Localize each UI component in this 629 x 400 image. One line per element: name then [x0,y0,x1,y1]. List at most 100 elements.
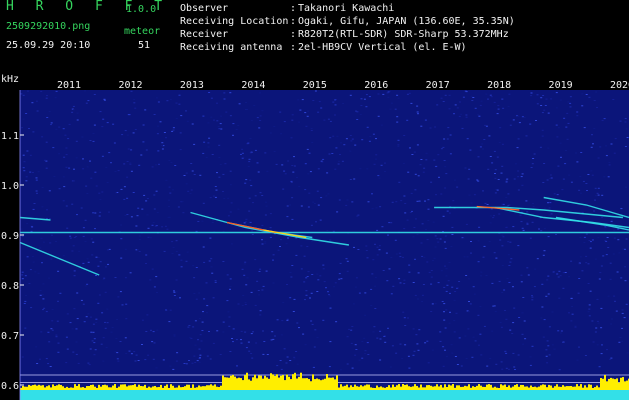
noise-dot [542,254,545,256]
noise-dot [542,336,545,338]
histogram-bar [126,386,128,390]
noise-dot [613,229,616,231]
histogram-bar [406,384,408,390]
noise-dot [169,192,172,194]
noise-dot [440,193,443,195]
noise-dot [351,326,354,327]
noise-dot [99,111,102,113]
noise-dot [453,331,456,333]
noise-dot [106,308,109,310]
noise-dot [259,268,262,270]
histogram-bar [350,385,352,390]
noise-dot [222,173,225,175]
noise-dot [22,94,25,96]
noise-dot [372,259,375,261]
noise-dot [66,313,69,315]
noise-dot [207,142,210,144]
noise-dot [65,147,68,149]
noise-dot [293,156,295,158]
noise-dot [290,137,293,139]
noise-dot [37,171,40,173]
noise-dot [226,274,229,276]
noise-dot [530,95,533,97]
noise-dot [40,331,43,333]
noise-dot [137,249,140,251]
noise-dot [610,357,613,359]
noise-dot [550,213,553,215]
noise-dot [596,320,599,322]
histogram-bar [74,384,76,390]
noise-dot [533,153,536,155]
date-time: 25.09.29 20:10 [6,40,91,51]
noise-dot [307,271,310,273]
noise-dot [282,302,285,304]
noise-dot [50,122,53,124]
noise-dot [350,329,353,331]
noise-dot [55,128,58,130]
histogram-bar [216,386,218,390]
noise-dot [187,326,190,328]
noise-dot [245,284,248,286]
noise-dot [609,262,612,264]
noise-dot [589,247,592,249]
noise-dot [582,180,585,182]
noise-dot [489,358,492,359]
noise-dot [198,361,201,363]
noise-dot [128,350,131,352]
noise-dot [124,277,127,279]
noise-dot [120,257,123,259]
histogram-bar [170,384,172,390]
noise-dot [259,310,262,312]
noise-dot [421,294,424,296]
noise-dot [493,150,496,152]
noise-dot [579,256,582,258]
noise-dot [308,152,311,154]
noise-dot [485,93,488,95]
noise-dot [86,283,89,285]
noise-dot [198,348,201,350]
histogram-bar [542,384,544,390]
noise-dot [63,186,66,188]
noise-dot [170,162,173,164]
noise-dot [92,331,95,333]
noise-dot [171,130,174,132]
noise-dot [21,127,24,129]
histogram-bar [414,384,416,390]
noise-dot [437,154,440,156]
noise-dot [375,154,378,156]
noise-dot [597,322,600,324]
noise-dot [448,212,451,214]
noise-dot [473,293,476,295]
noise-dot [106,249,109,251]
noise-dot [138,239,141,241]
noise-dot [449,292,451,294]
histogram-bar [106,385,108,390]
noise-dot [21,278,24,280]
noise-dot [325,287,327,289]
noise-dot [75,353,78,355]
histogram-bar [536,387,538,390]
noise-dot [245,218,248,220]
noise-dot [439,331,442,333]
histogram-bar [316,378,318,390]
noise-dot [463,256,466,258]
noise-dot [594,331,597,333]
noise-dot [540,317,543,319]
noise-dot [191,170,194,172]
noise-dot [541,283,544,285]
noise-dot [451,286,454,288]
noise-dot [490,208,493,210]
noise-dot [39,290,42,291]
noise-dot [408,92,411,94]
noise-dot [388,268,391,270]
noise-dot [574,325,577,327]
noise-dot [557,127,560,129]
noise-dot [619,120,622,122]
noise-dot [453,179,456,181]
noise-dot [408,367,411,369]
noise-dot [47,363,50,365]
noise-dot [434,235,437,237]
noise-dot [212,342,215,344]
noise-dot [165,309,168,311]
histogram-bar [96,387,98,390]
